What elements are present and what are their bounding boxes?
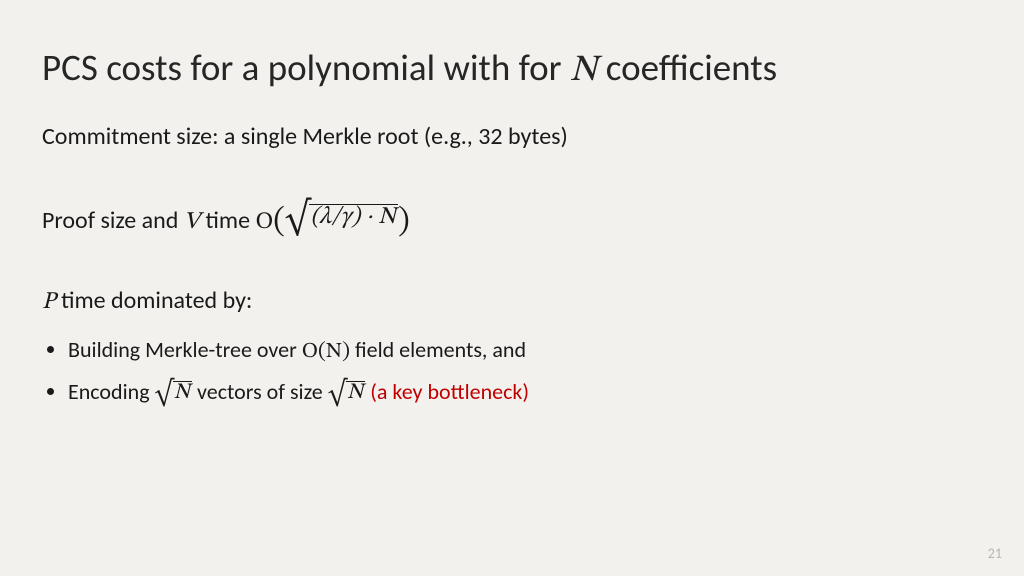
proof-pre: Proof size and [42, 206, 184, 235]
sqrt-expr: √(λ/γ) · N [285, 204, 398, 236]
bullet2-red: (a key bottleneck) [370, 378, 529, 405]
sqrt-n-inner-1: N [174, 382, 190, 404]
slide-title: PCS costs for a polynomial with for N co… [42, 46, 982, 93]
list-item: Building Merkle-tree over O(N) field ele… [68, 333, 982, 369]
close-paren: ) [398, 205, 410, 238]
bullet1-bigO: O(N) [302, 341, 350, 363]
page-number: 21 [988, 545, 1002, 562]
proof-mid: time [200, 206, 255, 235]
slide: PCS costs for a polynomial with for N co… [0, 0, 1024, 576]
bullet1-pre: Building Merkle-tree over [68, 336, 302, 363]
sqrt-n-1: √N [155, 381, 193, 405]
title-var-n: N [570, 52, 597, 89]
list-item: Encoding √N vectors of size √N (a key bo… [68, 375, 982, 409]
sqrt-inner: (λ/γ) · N [310, 205, 396, 229]
title-text-pre: PCS costs for a polynomial with for [42, 45, 570, 90]
title-text-post: coefficients [597, 45, 777, 90]
bullet1-post: field elements, and [350, 336, 526, 363]
ptime-post: time dominated by: [56, 286, 253, 315]
ptime-var-p: P [42, 290, 56, 314]
big-o-letter: O [255, 210, 273, 234]
bullet-list: Building Merkle-tree over O(N) field ele… [42, 333, 982, 409]
bullet2-mid: vectors of size [192, 378, 328, 405]
sqrt-n-inner-2: N [347, 382, 363, 404]
proof-line: Proof size and V time O(√(λ/γ) · N) [42, 198, 982, 242]
open-paren: ( [273, 205, 285, 238]
proof-var-v: V [184, 210, 200, 234]
commitment-line: Commitment size: a single Merkle root (e… [42, 121, 982, 153]
sqrt-n-2: √N [328, 381, 366, 405]
bullet2-pre: Encoding [68, 378, 155, 405]
ptime-line: P time dominated by: [42, 286, 982, 317]
